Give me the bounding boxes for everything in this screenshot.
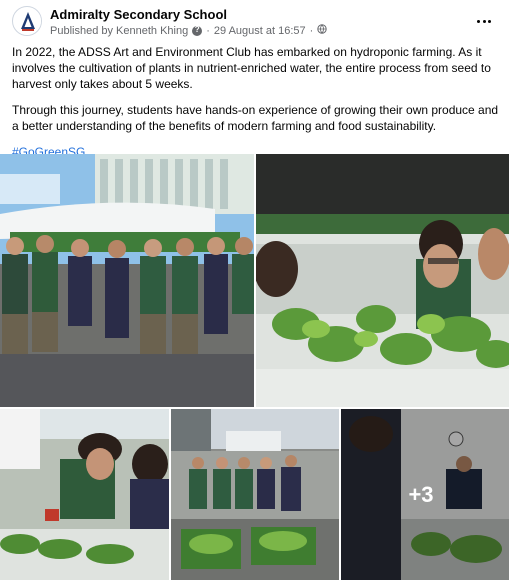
more-photos-count: +3 bbox=[408, 481, 434, 507]
more-options-button[interactable] bbox=[471, 8, 497, 34]
post-body: In 2022, the ADSS Art and Environment Cl… bbox=[12, 44, 500, 170]
post-meta: Published by Kenneth Khing · 29 August a… bbox=[50, 24, 328, 37]
school-logo-avatar[interactable] bbox=[12, 6, 42, 36]
globe-icon bbox=[317, 24, 328, 37]
more-photos-overlay[interactable]: +3 bbox=[341, 409, 509, 580]
page-name-link[interactable]: Admiralty Secondary School bbox=[50, 7, 227, 22]
photo-student-planting[interactable] bbox=[0, 409, 169, 580]
photo-group-trays[interactable] bbox=[171, 409, 339, 580]
post-paragraph: Through this journey, students have hand… bbox=[12, 103, 499, 133]
post-header: Admiralty Secondary School Published by … bbox=[0, 0, 509, 40]
meta-separator: · bbox=[206, 24, 210, 37]
published-by[interactable]: Published by Kenneth Khing bbox=[50, 25, 188, 37]
info-icon[interactable] bbox=[192, 25, 203, 36]
photo-plants-closeup[interactable] bbox=[256, 154, 509, 407]
photo-group-students[interactable] bbox=[0, 154, 254, 407]
post-date[interactable]: 29 August at 16:57 bbox=[214, 25, 306, 37]
meta-separator: · bbox=[309, 24, 314, 37]
post-paragraph: In 2022, the ADSS Art and Environment Cl… bbox=[12, 45, 491, 91]
photo-indoor-more[interactable]: +3 bbox=[341, 409, 509, 580]
